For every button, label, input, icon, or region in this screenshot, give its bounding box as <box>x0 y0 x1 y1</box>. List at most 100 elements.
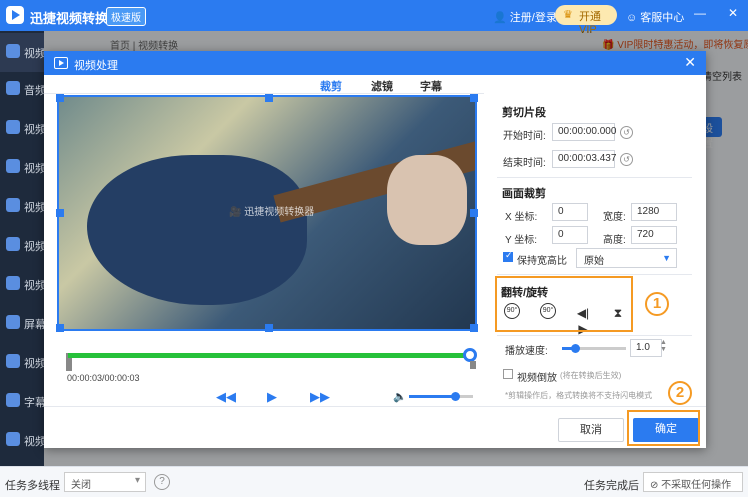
start-time-input[interactable]: 00:00:00.000 <box>552 123 616 141</box>
sidebar-item-7[interactable]: 视频 <box>0 265 44 304</box>
play-icon[interactable]: ▶ <box>267 389 277 405</box>
speed-slider[interactable] <box>562 344 626 353</box>
sidebar: 视频转换 音频 视频 视频 视频 视频 视频 屏幕 视频 字幕 视频 <box>0 31 44 466</box>
start-time-label: 开始时间: <box>503 131 546 142</box>
video-icon <box>6 198 20 212</box>
on-complete-value: 不采取任何操作 <box>661 480 732 491</box>
y-coordinate-label: Y 坐标: <box>505 235 538 246</box>
help-icon[interactable]: ? <box>154 474 170 490</box>
sidebar-item-label: 视频 <box>24 280 44 292</box>
timecode: 00:00:03/00:00:03 <box>67 373 140 383</box>
on-complete-select[interactable]: ⊘ 不采取任何操作 <box>643 472 743 492</box>
vip-button[interactable]: ♛ 开通VIP <box>555 5 617 36</box>
height-input[interactable]: 720 <box>631 226 677 244</box>
rotate-highlight-box <box>495 276 633 332</box>
sidebar-item-label: 视频 <box>24 202 44 214</box>
clip-end-marker[interactable] <box>470 361 476 369</box>
tab-subtitle[interactable]: 字幕 <box>420 78 442 94</box>
reset-start-icon[interactable]: ↺ <box>620 126 633 139</box>
sidebar-item-label: 音频 <box>24 85 44 97</box>
tab-crop[interactable]: 裁剪 <box>320 78 342 94</box>
fast-forward-icon[interactable]: ▶▶ <box>310 389 330 405</box>
sidebar-item-label: 字幕 <box>24 397 44 409</box>
divider <box>497 335 692 336</box>
login-label: 注册/登录 <box>509 12 557 24</box>
multithread-select[interactable]: 关闭 <box>64 472 146 492</box>
service-label: 客服中心 <box>640 12 685 24</box>
speed-input[interactable]: 1.0 <box>630 339 662 357</box>
video-icon <box>6 354 20 368</box>
sidebar-item-label: 屏幕 <box>24 319 44 331</box>
divider <box>497 177 692 178</box>
timeline-progress <box>68 353 470 358</box>
width-label: 宽度: <box>603 212 626 223</box>
reverse-checkbox[interactable] <box>503 369 513 379</box>
close-icon[interactable]: ✕ <box>684 54 696 71</box>
dialog-title-bar: 视频处理 ✕ <box>44 51 706 75</box>
minimize-icon[interactable]: — <box>694 6 706 20</box>
reverse-label: 视频倒放 <box>517 373 557 384</box>
sidebar-item-subtitle[interactable]: 字幕 <box>0 382 44 421</box>
speed-knob[interactable] <box>570 344 580 353</box>
dialog-title: 视频处理 <box>74 60 118 72</box>
guitar-body <box>87 155 307 305</box>
volume-knob[interactable] <box>451 392 461 401</box>
volume-icon[interactable]: 🔈 <box>393 390 407 403</box>
tab-divider <box>44 93 484 94</box>
clip-section-title: 剪切片段 <box>502 107 546 119</box>
footer-divider <box>44 406 706 407</box>
close-window-icon[interactable]: ✕ <box>728 6 738 20</box>
video-watermark: 🎥 迅捷视频转换器 <box>229 207 315 218</box>
video-icon <box>54 57 68 69</box>
y-coordinate-input[interactable]: 0 <box>552 226 588 244</box>
sidebar-item-5[interactable]: 视频 <box>0 187 44 226</box>
login-link[interactable]: 👤 注册/登录 <box>493 9 557 25</box>
on-complete-label: 任务完成后 <box>584 480 639 492</box>
crop-section-title: 画面裁剪 <box>502 188 546 200</box>
sidebar-item-11[interactable]: 视频 <box>0 421 44 460</box>
timeline-knob[interactable] <box>463 348 477 362</box>
speed-label: 播放速度: <box>505 346 548 357</box>
timeline-slider[interactable] <box>68 348 477 362</box>
video-icon <box>6 120 20 134</box>
speed-stepper-icon[interactable]: ▲ ▼ <box>660 339 667 353</box>
sidebar-item-screen[interactable]: 屏幕 <box>0 304 44 343</box>
cancel-button[interactable]: 取消 <box>558 418 624 442</box>
tip-text: *剪辑操作后，格式转换将不支持闪电模式 <box>505 391 653 400</box>
watermark-text: 迅捷视频转换器 <box>244 207 315 218</box>
chevron-down-icon: ▼ <box>662 253 671 263</box>
hand <box>387 155 467 245</box>
app-logo-icon <box>6 6 24 24</box>
service-center-link[interactable]: ☺ 客服中心 <box>626 9 684 25</box>
aspect-ratio-select[interactable]: 原始 ▼ <box>576 248 677 268</box>
volume-slider[interactable] <box>409 392 473 401</box>
width-input[interactable]: 1280 <box>631 203 677 221</box>
sidebar-item-6[interactable]: 视频 <box>0 226 44 265</box>
reverse-note: (将在转换后生效) <box>560 371 622 380</box>
video-icon <box>6 237 20 251</box>
aspect-ratio-value: 原始 <box>584 256 604 267</box>
sidebar-item-3[interactable]: 视频 <box>0 109 44 148</box>
sidebar-item-label: 视频 <box>24 436 44 448</box>
height-label: 高度: <box>603 235 626 246</box>
end-time-input[interactable]: 00:00:03.437 <box>552 150 616 168</box>
crown-icon: ♛ <box>563 9 573 21</box>
sidebar-item-9[interactable]: 视频 <box>0 343 44 382</box>
edition-badge: 极速版 <box>106 7 146 26</box>
sidebar-item-label: 视频 <box>24 124 44 136</box>
end-time-label: 结束时间: <box>503 158 546 169</box>
video-icon <box>6 432 20 446</box>
rewind-icon[interactable]: ◀◀ <box>216 389 236 405</box>
volume-fill <box>409 395 456 398</box>
video-processing-dialog: 视频处理 ✕ 裁剪 滤镜 字幕 🎥 迅捷视频转换器 00:00:03/00:00… <box>44 51 706 448</box>
reset-end-icon[interactable]: ↺ <box>620 153 633 166</box>
keep-ratio-checkbox[interactable] <box>503 250 513 262</box>
bottom-bar: 任务多线程 关闭 ? 任务完成后 ⊘ 不采取任何操作 <box>0 466 748 497</box>
title-bar: 迅捷视频转换器 极速版 👤 注册/登录 ♛ 开通VIP ☺ 客服中心 — ✕ <box>0 0 748 36</box>
x-coordinate-input[interactable]: 0 <box>552 203 588 221</box>
keep-ratio-label: 保持宽高比 <box>517 256 567 267</box>
sidebar-item-4[interactable]: 视频 <box>0 148 44 187</box>
sidebar-item-audio[interactable]: 音频 <box>0 70 44 109</box>
tab-filter[interactable]: 滤镜 <box>371 78 393 94</box>
sidebar-item-video-convert[interactable]: 视频转换 <box>0 33 44 72</box>
